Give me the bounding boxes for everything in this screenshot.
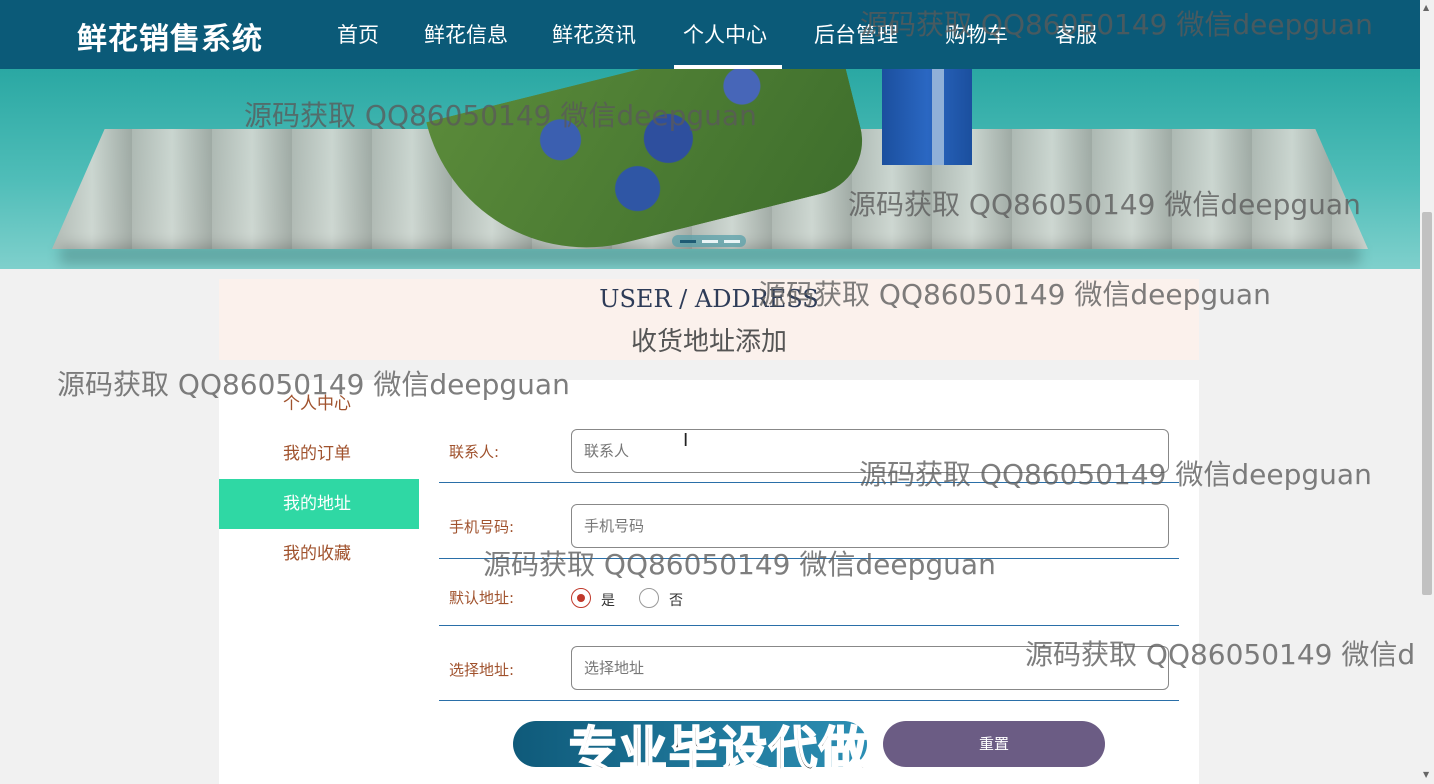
- scroll-up-arrow-icon[interactable]: ▲: [1423, 3, 1429, 12]
- section-title-cn: 收货地址添加: [630, 327, 787, 357]
- carousel-dot-1[interactable]: [680, 240, 696, 243]
- phone-input[interactable]: [571, 504, 1169, 548]
- watermark: 源码获取 QQ86050149 微信deepguan: [860, 8, 1373, 41]
- sidebar-item-my-orders[interactable]: 我的订单: [219, 429, 419, 479]
- default-address-label: 默认地址:: [449, 589, 515, 607]
- radio-default-yes-label[interactable]: 是: [601, 590, 615, 610]
- promo-overlay-text: 专业毕设代做: [568, 721, 870, 779]
- sidebar-item-my-address[interactable]: 我的地址: [219, 479, 419, 529]
- site-brand[interactable]: 鲜花销售系统: [77, 14, 263, 58]
- carousel-dot-2[interactable]: [702, 240, 718, 243]
- select-address-label: 选择地址:: [449, 661, 515, 679]
- reset-button[interactable]: 重置: [883, 721, 1105, 767]
- watermark: 源码获取 QQ86050149 微信deepguan: [244, 99, 757, 132]
- nav-home[interactable]: 首页: [337, 19, 379, 49]
- radio-default-no[interactable]: [639, 588, 659, 608]
- carousel-indicators: [672, 235, 746, 247]
- banner-gift-box: [882, 69, 972, 165]
- scrollbar-thumb[interactable]: [1422, 212, 1432, 595]
- watermark: 源码获取 QQ86050149 微信deepguan: [57, 368, 570, 401]
- nav-personal-center[interactable]: 个人中心: [683, 19, 767, 49]
- banner-gift-ribbon: [932, 69, 944, 165]
- banner-shadow: [60, 245, 1360, 265]
- watermark: 源码获取 QQ86050149 微信deepguan: [848, 188, 1361, 221]
- watermark: 源码获取 QQ86050149 微信deepguan: [859, 458, 1372, 491]
- text-cursor-icon: I: [683, 430, 689, 451]
- contact-label: 联系人:: [449, 443, 500, 461]
- sidebar-item-my-favorites[interactable]: 我的收藏: [219, 529, 419, 579]
- carousel-dot-3[interactable]: [724, 240, 740, 243]
- page-scrollbar[interactable]: ▲ ▼: [1420, 0, 1434, 784]
- radio-default-no-label[interactable]: 否: [669, 590, 683, 610]
- watermark: 源码获取 QQ86050149 微信deepguan: [758, 278, 1271, 311]
- watermark: 源码获取 QQ86050149 微信deepguan: [483, 548, 996, 581]
- phone-label: 手机号码:: [449, 518, 515, 536]
- nav-flower-news[interactable]: 鲜花资讯: [552, 19, 636, 49]
- watermark: 源码获取 QQ86050149 微信d: [1025, 638, 1416, 671]
- radio-default-yes[interactable]: [571, 588, 591, 608]
- scroll-down-arrow-icon[interactable]: ▼: [1423, 770, 1429, 779]
- nav-flower-info[interactable]: 鲜花信息: [424, 19, 508, 49]
